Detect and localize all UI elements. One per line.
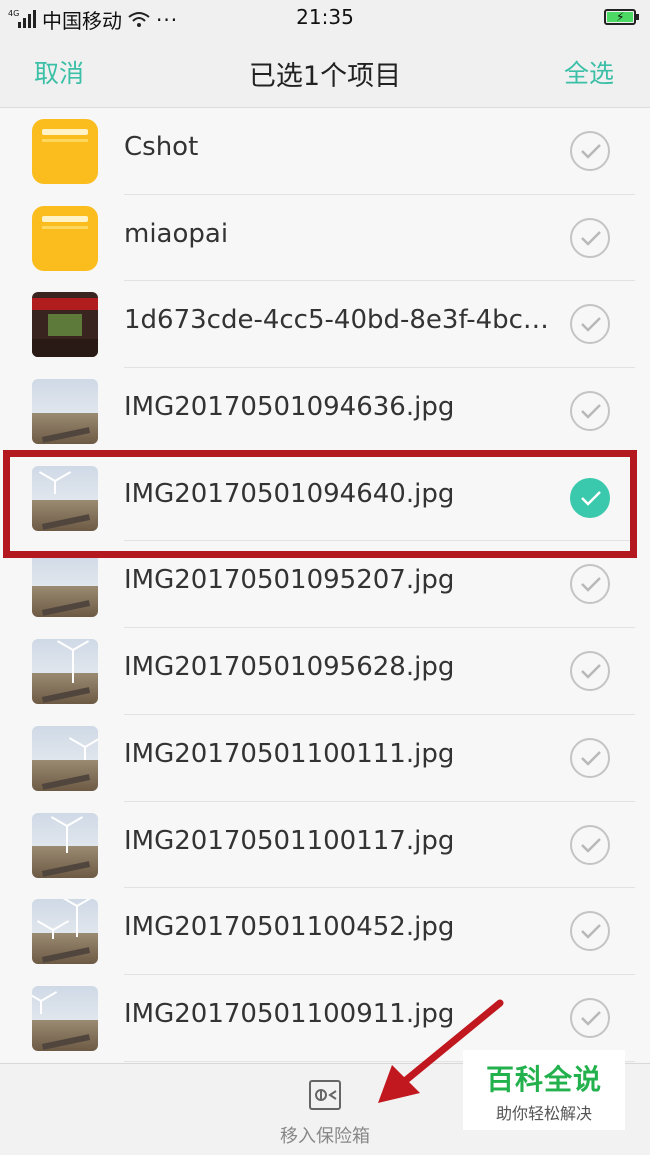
checkbox[interactable] bbox=[570, 737, 610, 778]
file-name: 1d673cde-4cc5-40bd-8e3f-4bc06... bbox=[124, 305, 564, 336]
selection-header: 取消 已选1个项目 全选 bbox=[0, 34, 650, 108]
file-name: IMG20170501100911.jpg bbox=[124, 998, 455, 1029]
move-to-safe-label: 移入保险箱 bbox=[280, 1126, 370, 1147]
file-name: IMG20170501100117.jpg bbox=[124, 825, 455, 856]
checkbox[interactable] bbox=[570, 911, 610, 952]
photo-thumbnail bbox=[32, 985, 98, 1051]
watermark-logo: 百科全说 助你轻松解决 bbox=[463, 1050, 625, 1130]
watermark-title: 百科全说 bbox=[485, 1063, 602, 1096]
photo-thumbnail bbox=[32, 812, 98, 878]
checkbox[interactable] bbox=[570, 997, 610, 1038]
folder-icon bbox=[32, 119, 98, 184]
file-row[interactable]: Cshot bbox=[0, 108, 650, 195]
select-all-button[interactable]: 全选 bbox=[564, 54, 614, 90]
photo-thumbnail bbox=[32, 379, 98, 445]
checkbox[interactable] bbox=[570, 391, 610, 432]
file-row[interactable]: miaopai bbox=[0, 194, 650, 282]
file-row[interactable]: IMG20170501100117.jpg bbox=[0, 801, 650, 889]
checkmark-icon bbox=[581, 230, 601, 246]
file-name: Cshot bbox=[124, 132, 199, 162]
checkmark-icon bbox=[581, 144, 601, 159]
checkmark-icon bbox=[581, 1010, 601, 1026]
file-name: IMG20170501095628.jpg bbox=[124, 652, 455, 683]
file-name: miaopai bbox=[124, 218, 229, 249]
file-row[interactable]: IMG20170501100452.jpg bbox=[0, 888, 650, 975]
checkbox[interactable] bbox=[570, 824, 610, 865]
checked-checkbox[interactable] bbox=[570, 477, 610, 518]
photo-thumbnail bbox=[32, 465, 98, 531]
safe-box-icon bbox=[309, 1080, 341, 1110]
file-name: IMG20170501094636.jpg bbox=[124, 392, 455, 423]
watermark-subtitle: 助你轻松解决 bbox=[495, 1104, 592, 1123]
battery-icon: ⚡ bbox=[604, 9, 639, 25]
move-to-safe-button[interactable]: 移入保险箱 bbox=[270, 1076, 380, 1150]
checkbox[interactable] bbox=[570, 304, 610, 345]
checkmark-icon bbox=[581, 924, 601, 939]
file-row[interactable]: IMG20170501100111.jpg bbox=[0, 714, 650, 802]
file-name: IMG20170501094640.jpg bbox=[124, 478, 455, 509]
checkbox[interactable] bbox=[570, 217, 610, 258]
page-title: 已选1个项目 bbox=[248, 61, 402, 92]
file-row[interactable]: IMG20170501095628.jpg bbox=[0, 628, 650, 715]
status-bar: 4G 中国移动 ··· 21:35 ⚡ bbox=[0, 0, 650, 34]
file-name: IMG20170501095207.jpg bbox=[124, 565, 455, 596]
photo-thumbnail bbox=[32, 639, 98, 705]
checkbox[interactable] bbox=[570, 651, 610, 692]
folder-icon bbox=[32, 205, 98, 271]
checkbox[interactable] bbox=[570, 564, 610, 605]
checkbox[interactable] bbox=[570, 131, 610, 171]
photo-thumbnail bbox=[32, 292, 98, 358]
file-row[interactable]: IMG20170501100911.jpg bbox=[0, 974, 650, 1062]
photo-thumbnail bbox=[32, 725, 98, 791]
photo-thumbnail bbox=[32, 899, 98, 965]
file-list: Cshot miaopai 1d673cde-4cc5-40bd-8e3f-4bc0… bbox=[0, 108, 650, 1062]
file-row[interactable]: IMG20170501095207.jpg bbox=[0, 541, 650, 629]
checkmark-icon bbox=[581, 837, 601, 853]
checkmark-icon bbox=[581, 577, 601, 593]
file-row[interactable]: IMG20170501094636.jpg bbox=[0, 368, 650, 455]
checkmark-icon bbox=[581, 750, 601, 766]
photo-thumbnail bbox=[32, 552, 98, 618]
checkmark-icon bbox=[581, 490, 601, 506]
checkmark-icon bbox=[581, 317, 601, 333]
file-name: IMG20170501100111.jpg bbox=[124, 738, 455, 769]
checkmark-icon bbox=[581, 664, 601, 679]
file-name: IMG20170501100452.jpg bbox=[124, 912, 455, 943]
status-time: 21:35 bbox=[296, 5, 354, 29]
checkmark-icon bbox=[581, 404, 601, 419]
file-row[interactable]: 1d673cde-4cc5-40bd-8e3f-4bc06... bbox=[0, 281, 650, 369]
file-row[interactable]: IMG20170501094640.jpg bbox=[0, 454, 650, 542]
